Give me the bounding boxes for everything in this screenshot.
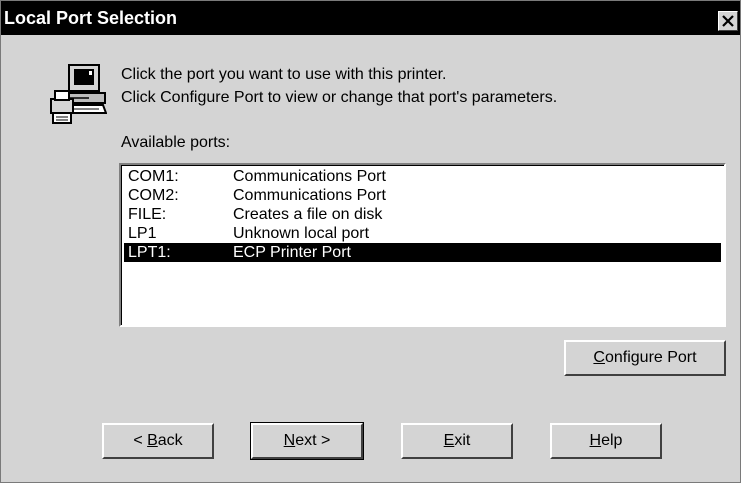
button-accelerator-key: E [443, 432, 455, 449]
button-accelerator-key: C [593, 349, 605, 366]
title-bar: Local Port Selection [1, 1, 740, 35]
port-name: COM2: [128, 187, 179, 204]
printer-computer-icon [50, 64, 107, 124]
instruction-line-2: Click Configure Port to view or change t… [121, 89, 558, 106]
port-description: Unknown local port [233, 225, 370, 242]
list-item[interactable]: COM2: Communications Port [124, 186, 721, 205]
button-label-suffix: ext > [295, 432, 331, 449]
button-accelerator-key: H [589, 432, 602, 449]
list-item[interactable]: LP1 Unknown local port [124, 224, 721, 243]
close-button[interactable] [718, 11, 738, 31]
instruction-line-1: Click the port you want to use with this… [121, 66, 447, 83]
button-accelerator-key: N [283, 432, 296, 449]
port-description: Communications Port [233, 168, 386, 185]
close-icon [722, 15, 734, 27]
list-item[interactable]: COM1: Communications Port [124, 167, 721, 186]
exit-button[interactable]: Exit [401, 423, 513, 459]
back-button[interactable]: < Back [102, 423, 214, 459]
port-description: ECP Printer Port [233, 244, 351, 261]
port-description: Creates a file on disk [233, 206, 383, 223]
dialog-title: Local Port Selection [4, 8, 178, 28]
port-name: FILE: [128, 206, 167, 223]
button-label-suffix: xit [454, 432, 471, 449]
button-label-prefix: < [133, 432, 148, 449]
port-name: LP1 [128, 225, 157, 242]
list-item-selected[interactable]: LPT1: ECP Printer Port [124, 243, 721, 262]
button-accelerator-key: B [147, 432, 158, 449]
port-name: COM1: [128, 168, 179, 185]
list-item[interactable]: FILE: Creates a file on disk [124, 205, 721, 224]
next-button[interactable]: Next > [250, 422, 364, 460]
port-name: LPT1: [128, 244, 171, 261]
button-label-suffix: elp [601, 432, 623, 449]
configure-port-button[interactable]: Configure Port [564, 340, 726, 376]
available-ports-label: Available ports: [121, 134, 231, 151]
button-label-suffix: onfigure Port [604, 349, 697, 366]
ports-listbox[interactable]: COM1: Communications Port COM2: Communic… [119, 163, 726, 327]
button-label-suffix: ack [157, 432, 183, 449]
help-button[interactable]: Help [550, 423, 662, 459]
port-description: Communications Port [233, 187, 386, 204]
local-port-selection-dialog: Local Port Selection Click the port you … [0, 0, 741, 483]
